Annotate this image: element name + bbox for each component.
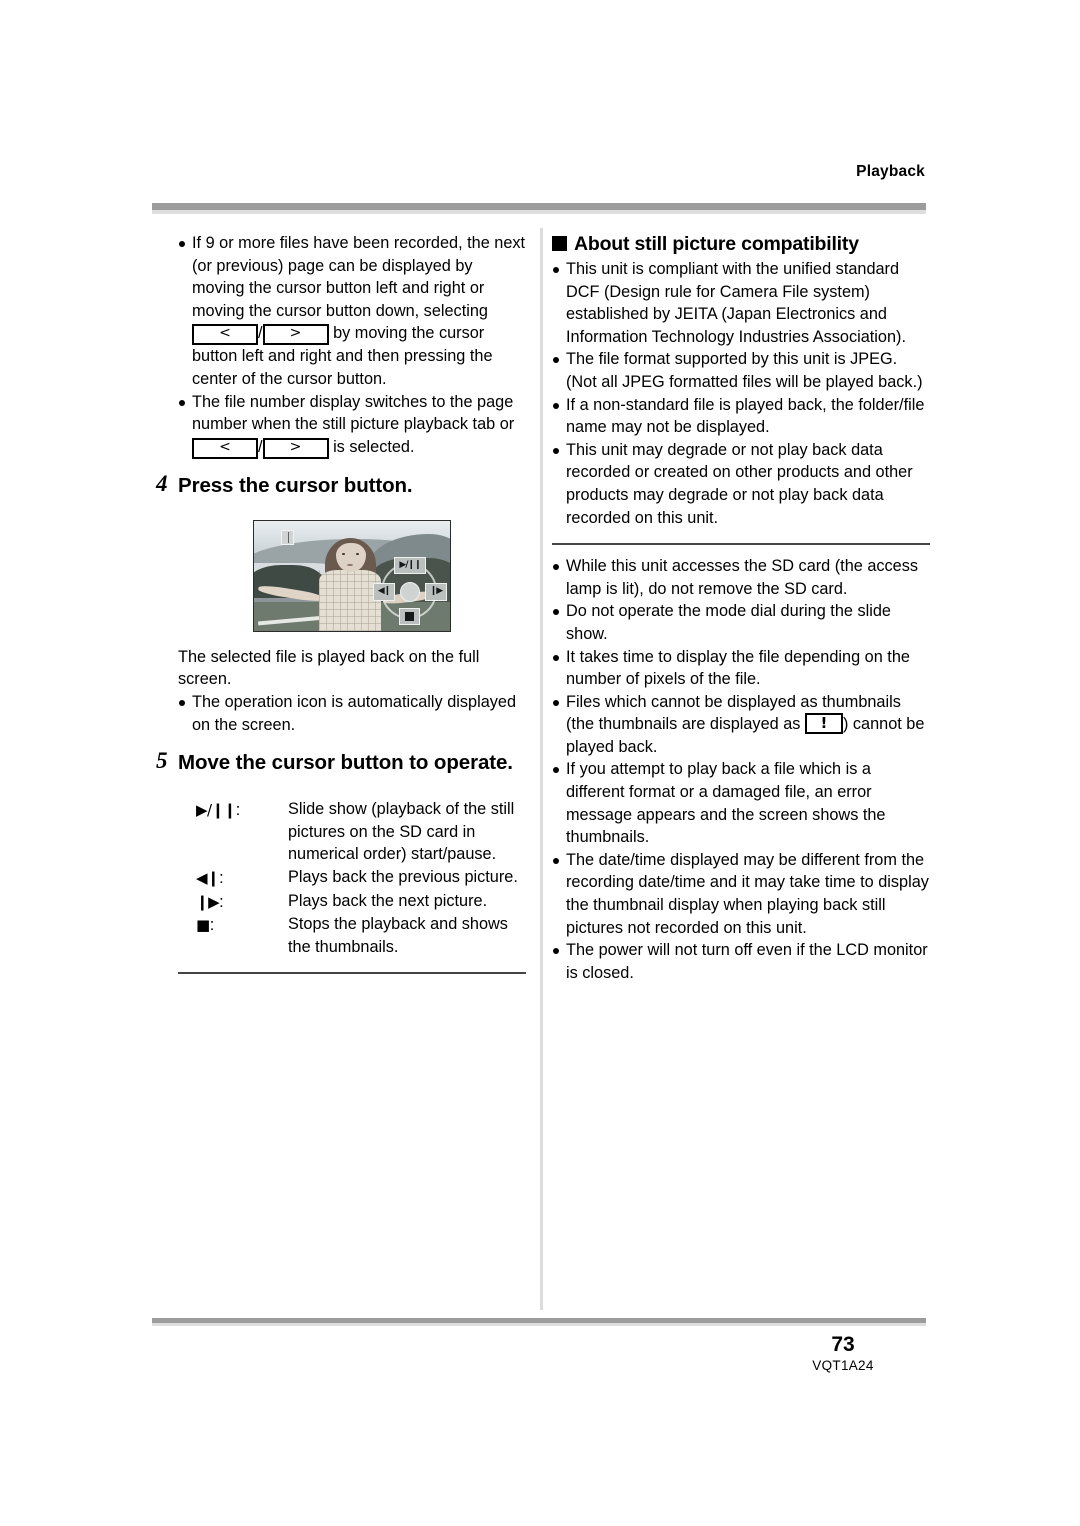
- list-item: If 9 or more files have been recorded, t…: [178, 232, 526, 391]
- page-next-key-icon: >: [262, 324, 329, 346]
- notes-bullet-list: While this unit accesses the SD card (th…: [552, 555, 930, 984]
- right-column-separator-rule: [552, 543, 930, 546]
- previous-picture-glyph: ◀❙: [196, 868, 220, 887]
- step-4-title: Press the cursor button.: [178, 473, 413, 497]
- list-item: Do not operate the mode dial during the …: [552, 600, 930, 645]
- bullet-text-part1: If 9 or more files have been recorded, t…: [192, 234, 526, 320]
- step-4: 4 Press the cursor button.: [156, 472, 526, 503]
- next-picture-icon: ❙▶: [425, 582, 447, 601]
- legend-description: Plays back the next picture.: [288, 891, 488, 910]
- step-5-title: Move the cursor button to operate.: [178, 751, 513, 775]
- list-item: The operation icon is automatically disp…: [178, 691, 526, 736]
- list-item: While this unit accesses the SD card (th…: [552, 555, 930, 600]
- cursor-center-button: [400, 581, 420, 602]
- legend-colon: :: [219, 892, 224, 911]
- list-item: This unit may degrade or not play back d…: [552, 439, 930, 529]
- play-pause-glyph: ▶/❙❙: [196, 801, 236, 820]
- previous-picture-icon: ◀❙:: [196, 866, 288, 890]
- running-head: Playback: [856, 163, 925, 180]
- legend-colon: :: [219, 868, 224, 887]
- page-next-key-icon: >: [262, 437, 329, 459]
- legend-description: Slide show (playback of the still pictur…: [288, 800, 515, 864]
- operation-legend: ▶/❙❙: Slide show (playback of the still …: [196, 798, 526, 958]
- legend-row: ❙▶: Plays back the next picture.: [196, 890, 526, 914]
- girl-right-eye: [355, 552, 359, 555]
- playback-screen-illustration: ▶/❙❙ ◀❙ ❙▶: [253, 519, 451, 632]
- legend-colon: :: [235, 801, 241, 820]
- legend-colon: :: [209, 916, 215, 935]
- legend-row: ▶/❙❙: Slide show (playback of the still …: [196, 798, 526, 866]
- section-heading: About still picture compatibility: [552, 232, 930, 256]
- square-bullet-icon: [552, 236, 567, 251]
- next-picture-glyph: ❙▶: [196, 892, 220, 911]
- cursor-button-operation-icons: ▶/❙❙ ◀❙ ❙▶: [373, 555, 447, 627]
- girl-dress-pattern: [318, 570, 382, 631]
- header-rule: [152, 203, 926, 210]
- next-picture-icon: ❙▶:: [196, 890, 288, 914]
- stop-icon: [399, 607, 420, 625]
- footer-rule-shadow: [152, 1323, 926, 1326]
- page-prev-key-icon: <: [192, 324, 258, 346]
- stop-icon: ■:: [196, 913, 288, 937]
- girl-left-eye: [342, 552, 346, 555]
- previous-picture-icon: ◀❙: [373, 582, 395, 601]
- play-pause-icon: ▶/❙❙: [394, 556, 426, 574]
- list-item: Files which cannot be displayed as thumb…: [552, 691, 930, 759]
- list-item: It takes time to display the file depend…: [552, 646, 930, 691]
- list-item: This unit is compliant with the unified …: [552, 258, 930, 348]
- error-thumbnail-icon: !: [804, 713, 843, 735]
- stop-glyph: ■: [196, 916, 210, 935]
- legend-row: ■: Stops the playback and shows the thum…: [196, 913, 526, 958]
- section-heading-text: About still picture compatibility: [574, 233, 859, 255]
- bullet-text-part2: is selected.: [333, 437, 415, 456]
- page-prev-key-icon: <: [192, 437, 258, 459]
- page-number: 73: [831, 1333, 855, 1356]
- left-column: If 9 or more files have been recorded, t…: [156, 232, 526, 984]
- after-figure-paragraph: The selected file is played back on the …: [178, 647, 480, 689]
- list-item: The date/time displayed may be different…: [552, 849, 930, 939]
- legend-row: ◀❙: Plays back the previous picture.: [196, 866, 526, 890]
- header-rule-shadow: [152, 210, 926, 214]
- column-divider: [540, 228, 543, 1310]
- left-column-separator-rule: [178, 972, 526, 975]
- right-column: About still picture compatibility This u…: [552, 232, 930, 984]
- list-item: If you attempt to play back a file which…: [552, 758, 930, 848]
- list-item: If a non-standard file is played back, t…: [552, 394, 930, 439]
- list-item: The file number display switches to the …: [178, 391, 526, 459]
- list-item: The file format supported by this unit i…: [552, 348, 930, 393]
- pause-icon: [281, 529, 295, 545]
- list-item: The power will not turn off even if the …: [552, 939, 930, 984]
- left-top-bullet-list: If 9 or more files have been recorded, t…: [178, 232, 526, 459]
- step-4-number: 4: [156, 470, 168, 496]
- girl-mouth: [347, 563, 354, 566]
- step-5: 5 Move the cursor button to operate.: [156, 749, 526, 780]
- manual-page: Playback If 9 or more files have been re…: [0, 0, 1080, 1526]
- bullet-text-part1: The file number display switches to the …: [192, 392, 515, 434]
- document-code: VQT1A24: [812, 1358, 874, 1373]
- after-figure-bullet-list: The operation icon is automatically disp…: [178, 691, 526, 736]
- compatibility-bullet-list: This unit is compliant with the unified …: [552, 258, 930, 529]
- legend-description: Stops the playback and shows the thumbna…: [288, 915, 508, 956]
- play-pause-icon: ▶/❙❙:: [196, 798, 288, 822]
- step-5-number: 5: [156, 748, 168, 774]
- legend-description: Plays back the previous picture.: [288, 867, 518, 886]
- stop-square-glyph: [405, 611, 414, 621]
